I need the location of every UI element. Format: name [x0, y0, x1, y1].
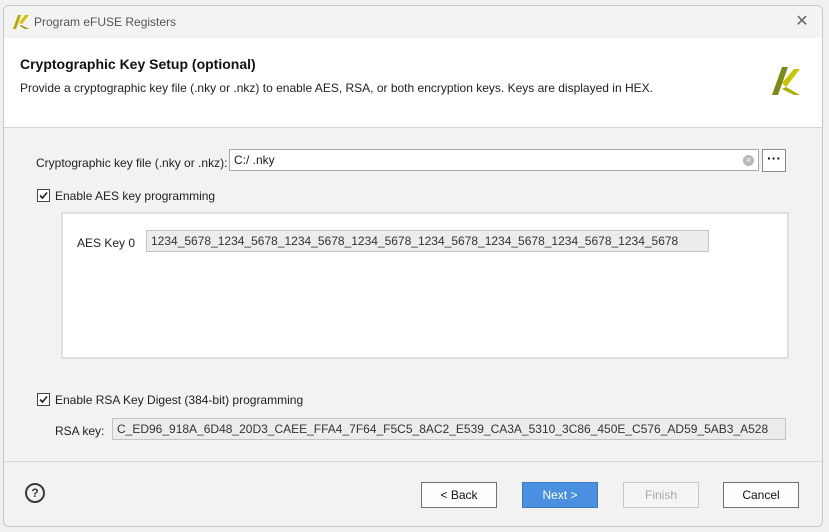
rsa-key-label: RSA key:	[55, 424, 105, 438]
rsa-key-field: C_ED96_918A_6D48_20D3_CAEE_FFA4_7F64_F5C…	[112, 418, 786, 440]
browse-button[interactable]: ···	[762, 149, 786, 172]
back-button[interactable]: < Back	[421, 482, 497, 508]
clear-icon[interactable]: ×	[743, 155, 754, 166]
xilinx-logo-icon	[13, 15, 29, 29]
rsa-enable-checkbox[interactable]	[37, 393, 50, 406]
rsa-enable-label: Enable RSA Key Digest (384-bit) programm…	[55, 393, 304, 407]
aes-key-field: 1234_5678_1234_5678_1234_5678_1234_5678_…	[146, 230, 709, 252]
page-title: Cryptographic Key Setup (optional)	[20, 56, 256, 72]
key-file-label: Cryptographic key file (.nky or .nkz):	[36, 156, 228, 170]
finish-button[interactable]: Finish	[623, 482, 699, 508]
close-icon: ✕	[795, 13, 809, 30]
checkmark-icon	[39, 191, 48, 200]
footer-divider	[4, 461, 822, 462]
checkmark-icon	[39, 395, 48, 404]
ellipsis-icon: ···	[767, 150, 781, 166]
title-bar: Program eFUSE Registers ✕	[4, 6, 822, 38]
program-efuse-dialog: Program eFUSE Registers ✕ Cryptographic …	[3, 5, 823, 527]
aes-key-label: AES Key 0	[77, 236, 136, 250]
help-icon: ?	[31, 486, 39, 500]
help-button[interactable]: ?	[25, 483, 45, 503]
cancel-button[interactable]: Cancel	[723, 482, 799, 508]
xilinx-logo-icon	[772, 67, 800, 95]
next-button[interactable]: Next >	[522, 482, 598, 508]
window-title: Program eFUSE Registers	[34, 15, 177, 29]
key-file-input[interactable]: C:/ .nky	[229, 149, 759, 171]
aes-enable-checkbox[interactable]	[37, 189, 50, 202]
aes-enable-label: Enable AES key programming	[55, 189, 216, 203]
page-description: Provide a cryptographic key file (.nky o…	[20, 81, 653, 95]
header-panel: Cryptographic Key Setup (optional) Provi…	[4, 38, 822, 128]
aes-key-panel: AES Key 0 1234_5678_1234_5678_1234_5678_…	[61, 212, 789, 359]
close-button[interactable]: ✕	[792, 12, 812, 32]
